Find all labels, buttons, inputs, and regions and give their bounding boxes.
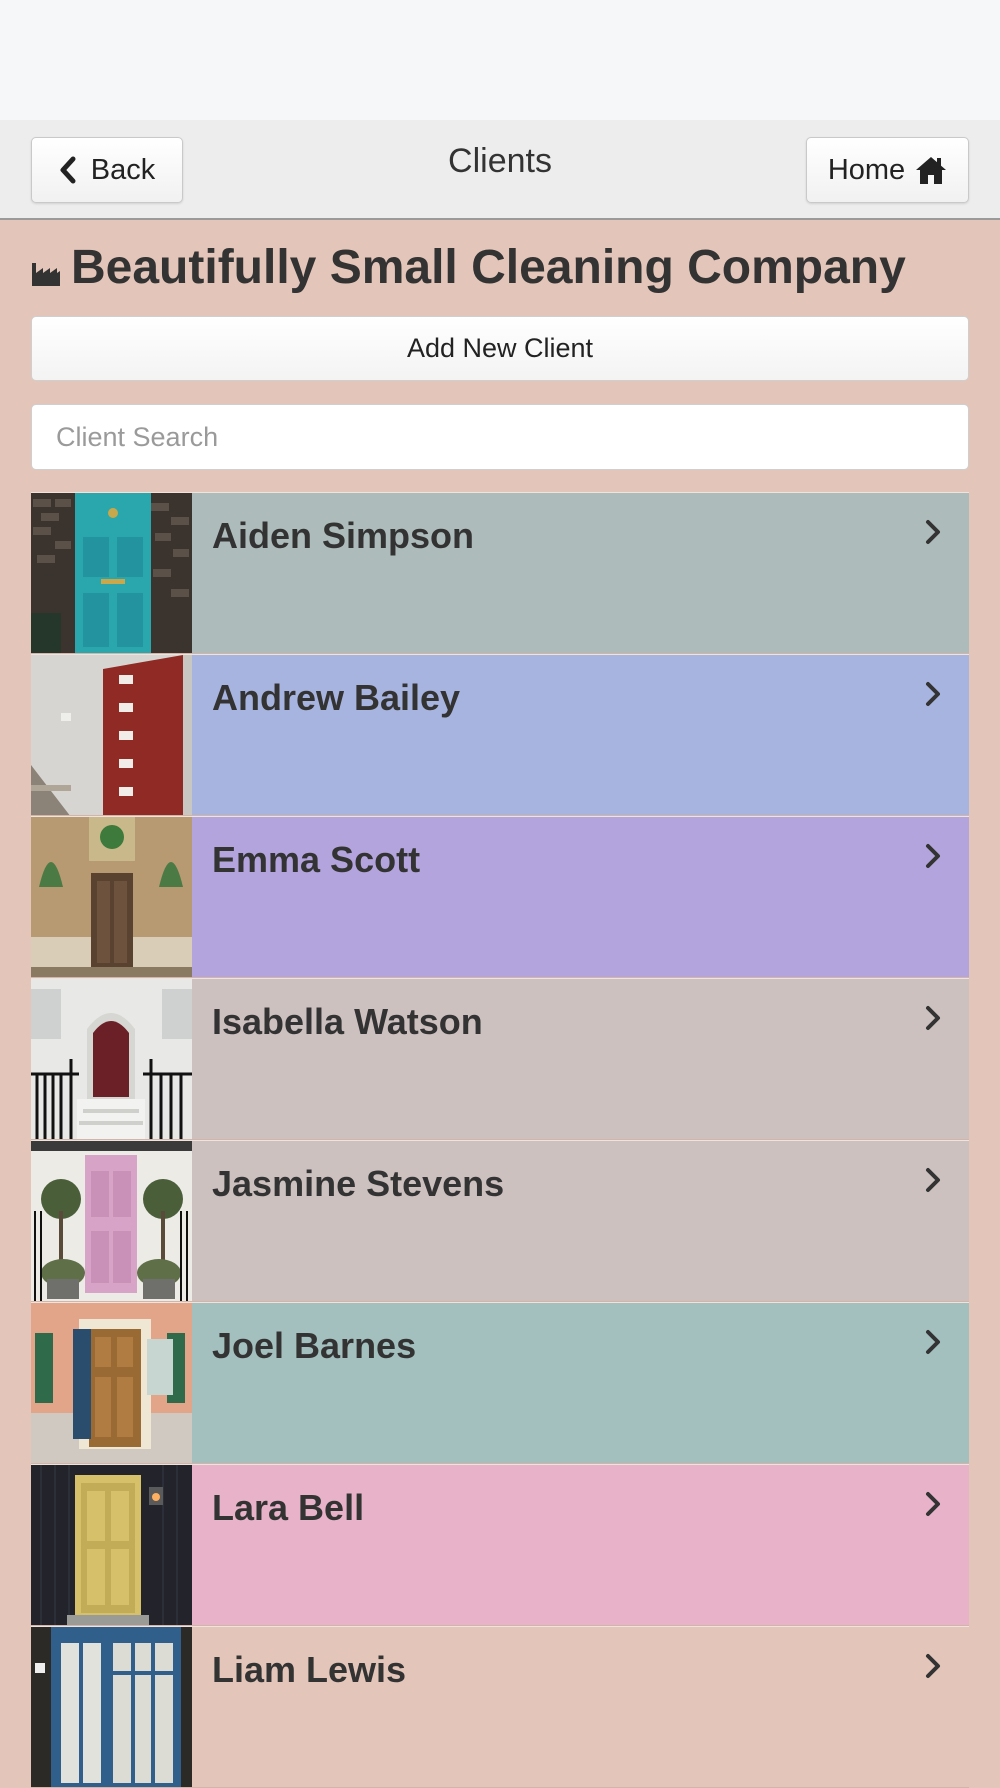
client-list: Aiden Simpson Andrew Bailey Emma Scott I… <box>31 492 969 1788</box>
client-name: Joel Barnes <box>212 1325 417 1366</box>
client-name: Lara Bell <box>212 1487 365 1528</box>
client-row[interactable]: Liam Lewis <box>31 1626 969 1788</box>
add-new-client-button[interactable]: Add New Client <box>31 316 969 381</box>
chevron-right-icon <box>926 1492 940 1516</box>
client-row[interactable]: Andrew Bailey <box>31 654 969 816</box>
client-row[interactable]: Emma Scott <box>31 816 969 978</box>
door-photo <box>31 1627 192 1787</box>
home-icon <box>916 157 947 184</box>
company-heading: Beautifully Small Cleaning Company <box>31 240 981 295</box>
door-photo <box>31 493 192 653</box>
client-row[interactable]: Joel Barnes <box>31 1302 969 1464</box>
status-area <box>0 0 1000 120</box>
client-name: Emma Scott <box>212 839 421 880</box>
client-name: Isabella Watson <box>212 1001 483 1042</box>
client-search-input[interactable] <box>31 404 969 470</box>
chevron-right-icon <box>926 1006 940 1030</box>
chevron-right-icon <box>926 844 940 868</box>
client-row[interactable]: Isabella Watson <box>31 978 969 1140</box>
door-photo <box>31 1141 192 1301</box>
client-name: Aiden Simpson <box>212 515 475 556</box>
home-button[interactable]: Home <box>806 137 969 203</box>
client-row[interactable]: Jasmine Stevens <box>31 1140 969 1302</box>
company-name: Beautifully Small Cleaning Company <box>71 241 906 294</box>
door-photo <box>31 655 192 815</box>
client-row[interactable]: Aiden Simpson <box>31 492 969 654</box>
door-photo <box>31 1303 192 1463</box>
door-photo <box>31 979 192 1139</box>
factory-icon <box>32 262 60 286</box>
chevron-right-icon <box>926 1168 940 1192</box>
chevron-right-icon <box>926 1330 940 1354</box>
chevron-right-icon <box>926 682 940 706</box>
door-photo <box>31 817 192 977</box>
chevron-right-icon <box>926 520 940 544</box>
client-row[interactable]: Lara Bell <box>31 1464 969 1626</box>
home-label: Home <box>827 153 906 186</box>
door-photo <box>31 1465 192 1625</box>
header-bar: Back Clients Home <box>0 120 1000 220</box>
client-name: Jasmine Stevens <box>212 1163 505 1204</box>
client-name: Andrew Bailey <box>212 677 461 718</box>
chevron-right-icon <box>926 1654 940 1678</box>
client-name: Liam Lewis <box>212 1649 407 1690</box>
